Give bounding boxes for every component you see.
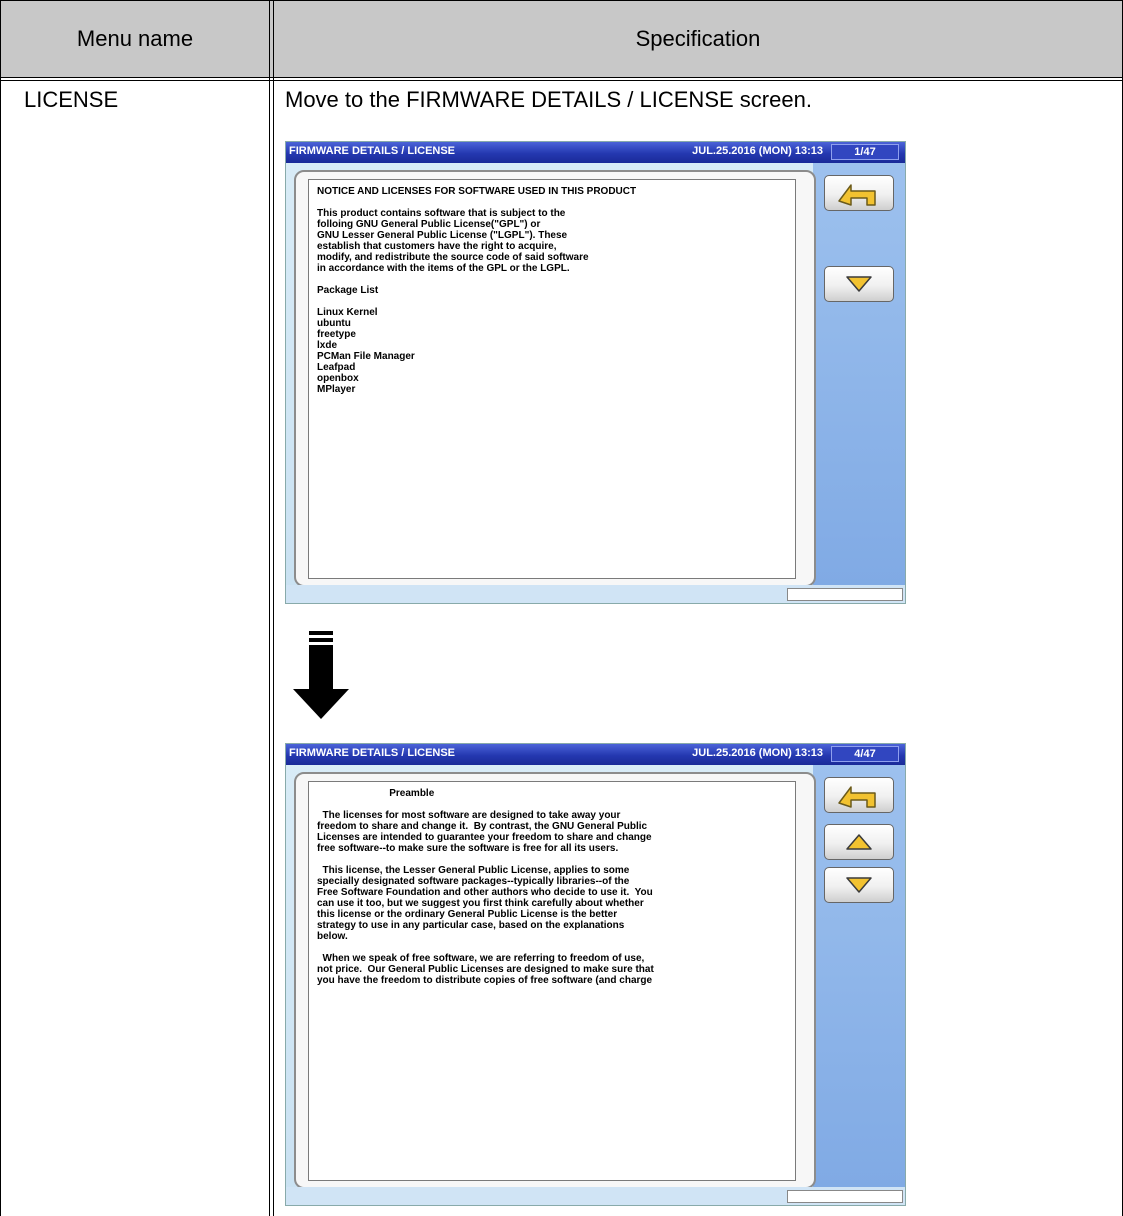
license-text-line: not price. Our General Public Licenses a… (317, 964, 654, 975)
license-text-line: strategy to use in any particular case, … (317, 920, 625, 931)
status-field (787, 1190, 903, 1203)
license-text-line: folloing GNU General Public License("GPL… (317, 219, 541, 230)
license-text-line: The licenses for most software are desig… (317, 810, 621, 821)
license-text-line: When we speak of free software, we are r… (317, 953, 645, 964)
license-text-line: GNU Lesser General Public License ("LGPL… (317, 230, 568, 241)
button-column (813, 163, 905, 603)
table-column-divider (269, 0, 270, 1216)
firmware-license-screen-page1: FIRMWARE DETAILS / LICENSE JUL.25.2016 (… (285, 141, 906, 604)
screen-title-bar: FIRMWARE DETAILS / LICENSE JUL.25.2016 (… (286, 744, 905, 765)
table-border-left (0, 0, 1, 1216)
header-specification: Specification (635, 25, 761, 51)
license-text-line: modify, and redistribute the source code… (317, 252, 589, 263)
triangle-up-icon (846, 834, 872, 850)
firmware-license-screen-page4: FIRMWARE DETAILS / LICENSE JUL.25.2016 (… (285, 743, 906, 1206)
license-text-line: Leafpad (317, 362, 356, 373)
license-text-line: below. (317, 931, 348, 942)
return-button[interactable] (824, 175, 894, 211)
license-text-line (317, 197, 787, 208)
license-text-line: NOTICE AND LICENSES FOR SOFTWARE USED IN… (317, 186, 637, 197)
triangle-down-icon (846, 877, 872, 893)
specification-text: Move to the FIRMWARE DETAILS / LICENSE s… (285, 87, 812, 112)
screen-title: FIRMWARE DETAILS / LICENSE (289, 747, 456, 759)
license-text-line: Linux Kernel (317, 307, 378, 318)
license-text-line (317, 854, 787, 865)
down-arrow-icon (293, 631, 349, 719)
return-arrow-icon (838, 184, 876, 206)
license-text-line: lxde (317, 340, 338, 351)
return-button[interactable] (824, 777, 894, 813)
license-text-line (317, 799, 787, 810)
license-text-line: establish that customers have the right … (317, 241, 557, 252)
license-text-line: This license, the Lesser General Public … (317, 865, 630, 876)
table-header-divider-double (0, 80, 1123, 81)
scroll-down-button[interactable] (824, 266, 894, 302)
license-text-line (317, 296, 787, 307)
license-text-line: Licenses are intended to guarantee your … (317, 832, 652, 843)
return-arrow-icon (838, 786, 876, 808)
license-text-line: freetype (317, 329, 356, 340)
license-text-line: this license or the ordinary General Pub… (317, 909, 618, 920)
license-text-area[interactable]: NOTICE AND LICENSES FOR SOFTWARE USED IN… (308, 179, 796, 579)
license-text-line (317, 274, 787, 285)
license-text-line: Free Software Foundation and other autho… (317, 887, 653, 898)
license-text-line: openbox (317, 373, 359, 384)
license-text-line: Preamble (317, 788, 435, 799)
license-text-line: free software--to make sure the software… (317, 843, 619, 854)
license-text-line: Package List (317, 285, 379, 296)
license-text-line: MPlayer (317, 384, 356, 395)
screen-datetime: JUL.25.2016 (MON) 13:13 (692, 145, 823, 157)
license-text-line: you have the freedom to distribute copie… (317, 975, 653, 986)
scroll-down-button[interactable] (824, 867, 894, 903)
page-indicator: 4/47 (831, 746, 899, 762)
license-text-line: This product contains software that is s… (317, 208, 566, 219)
screen-title-bar: FIRMWARE DETAILS / LICENSE JUL.25.2016 (… (286, 142, 905, 163)
license-text-line: can use it too, but we suggest you first… (317, 898, 644, 909)
license-text-area[interactable]: Preamble The licenses for most software … (308, 781, 796, 1181)
status-field (787, 588, 903, 601)
license-text-line: ubuntu (317, 318, 351, 329)
page-indicator: 1/47 (831, 144, 899, 160)
table-header-divider (0, 77, 1123, 78)
license-text-line: PCMan File Manager (317, 351, 415, 362)
screen-title: FIRMWARE DETAILS / LICENSE (289, 145, 456, 157)
header-menu-name: Menu name (76, 25, 194, 51)
scroll-up-button[interactable] (824, 824, 894, 860)
triangle-down-icon (846, 276, 872, 292)
license-text-line: in accordance with the items of the GPL … (317, 263, 570, 274)
screen-datetime: JUL.25.2016 (MON) 13:13 (692, 747, 823, 759)
license-text-line (317, 942, 787, 953)
table-column-divider-double (273, 0, 274, 1216)
license-text-line: specially designated software packages--… (317, 876, 630, 887)
menu-name-cell: LICENSE (24, 87, 119, 112)
license-text-line: freedom to share and change it. By contr… (317, 821, 648, 832)
